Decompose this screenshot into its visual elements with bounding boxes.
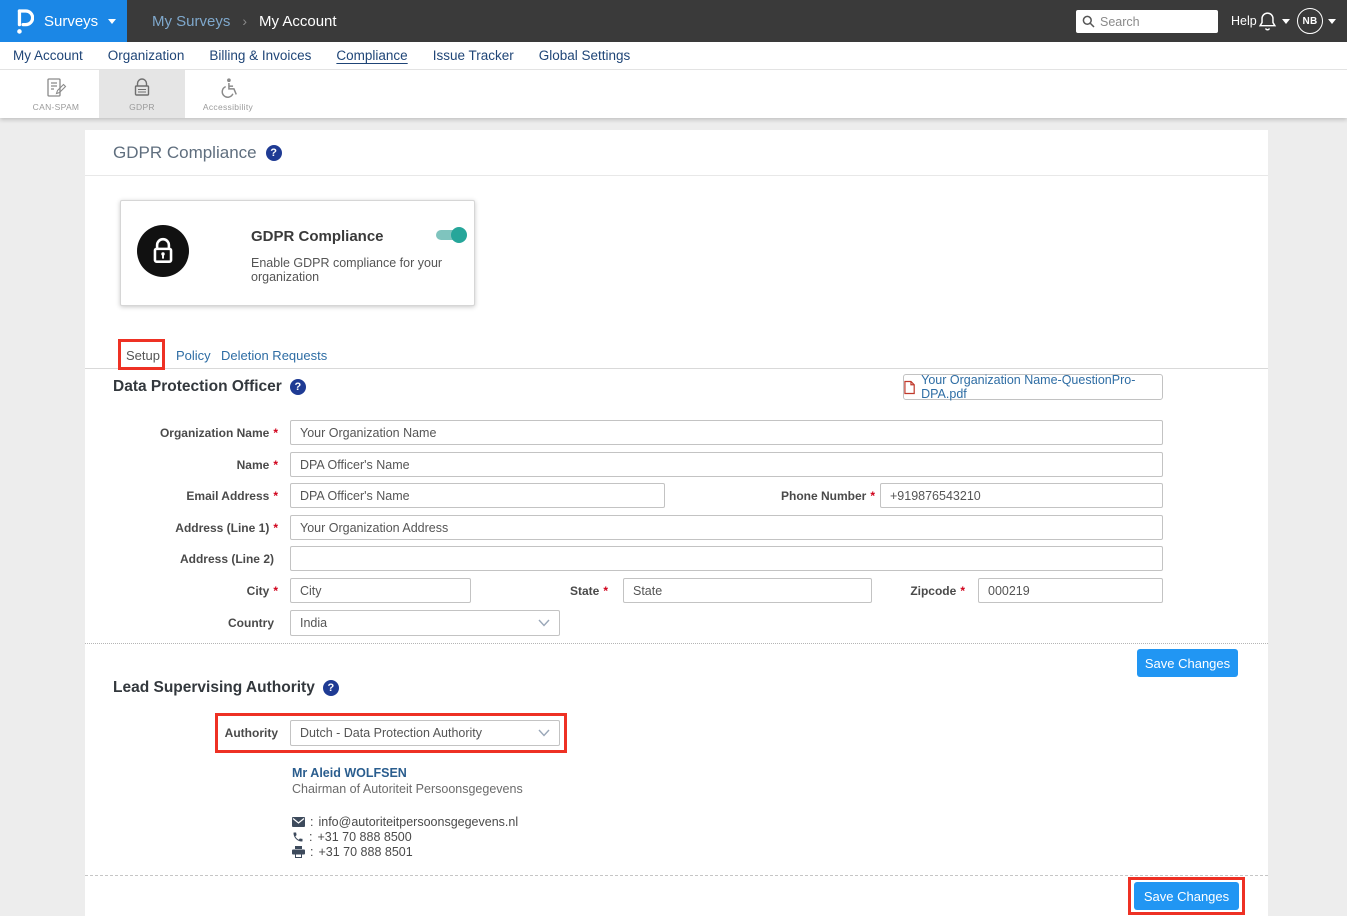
gdpr-compliance-panel: GDPR Compliance ? GDPR Compliance Enable… [85, 130, 1268, 916]
search-icon [1082, 15, 1095, 28]
organization-name-input[interactable] [290, 420, 1163, 445]
lsa-save-button[interactable]: Save Changes [1134, 882, 1239, 910]
zipcode-input[interactable] [978, 578, 1163, 603]
lock-icon [132, 77, 152, 99]
tab-label: GDPR [129, 102, 155, 112]
name-label: Name* [85, 452, 278, 477]
document-edit-icon [45, 77, 67, 99]
section-divider [85, 643, 1268, 644]
address-line1-input[interactable] [290, 515, 1163, 540]
top-bar: Surveys My Surveys › My Account Help NB [0, 0, 1347, 42]
dpo-heading: Data Protection Officer [113, 378, 282, 396]
page-title: GDPR Compliance [113, 143, 257, 163]
lsa-heading: Lead Supervising Authority [113, 679, 315, 697]
city-input[interactable] [290, 578, 471, 603]
zipcode-label: Zipcode* [815, 578, 965, 603]
toggle-knob [451, 227, 467, 243]
caret-down-icon [1282, 19, 1290, 24]
nav-item-billing-invoices[interactable]: Billing & Invoices [209, 48, 311, 63]
country-select[interactable]: India [290, 610, 560, 636]
chevron-down-icon [538, 619, 550, 627]
pdf-icon [904, 380, 915, 395]
dpo-save-button[interactable]: Save Changes [1137, 649, 1238, 677]
notifications-button[interactable] [1258, 0, 1290, 42]
lock-badge [137, 225, 189, 277]
nav-item-global-settings[interactable]: Global Settings [539, 48, 631, 63]
tab-policy[interactable]: Policy [176, 341, 211, 369]
authority-label: Authority [85, 720, 278, 745]
authority-contact-fax: : +31 70 888 8501 [292, 844, 413, 859]
accessibility-icon [217, 77, 239, 99]
gdpr-toggle[interactable] [436, 229, 464, 241]
tab-label: Accessibility [203, 102, 253, 112]
address-line1-label: Address (Line 1)* [85, 515, 278, 540]
help-circle-icon[interactable]: ? [290, 379, 306, 395]
caret-down-icon [1328, 19, 1336, 24]
gdpr-toggle-card: GDPR Compliance Enable GDPR compliance f… [120, 200, 475, 306]
chevron-down-icon [538, 729, 550, 737]
fax-icon [292, 846, 305, 858]
tab-setup[interactable]: Setup [126, 341, 160, 369]
lock-icon [149, 236, 177, 266]
address-line2-label: Address (Line 2) [85, 546, 278, 571]
authority-contact-email: : info@autoriteitpersoonsgegevens.nl [292, 814, 518, 829]
product-switcher[interactable]: Surveys [0, 0, 127, 42]
avatar: NB [1297, 8, 1323, 34]
authority-contact-name: Mr Aleid WOLFSEN [292, 766, 407, 780]
breadcrumb: My Surveys › My Account [152, 0, 337, 42]
caret-down-icon [108, 19, 116, 24]
email-address-input[interactable] [290, 483, 665, 508]
breadcrumb-my-surveys[interactable]: My Surveys [152, 13, 230, 30]
compliance-tabbar: CAN-SPAM GDPR Accessibility [0, 70, 1347, 118]
organization-name-label: Organization Name* [85, 420, 278, 445]
pdf-button-label: Your Organization Name-QuestionPro-DPA.p… [921, 373, 1162, 401]
phone-icon [292, 831, 304, 843]
tab-gdpr[interactable]: GDPR [99, 70, 185, 118]
account-nav: My Account Organization Billing & Invoic… [0, 42, 1347, 70]
phone-number-label: Phone Number* [685, 483, 875, 508]
authority-contact-role: Chairman of Autoriteit Persoonsgegevens [292, 782, 523, 796]
card-subtitle: Enable GDPR compliance for your organiza… [251, 256, 474, 284]
envelope-icon [292, 817, 305, 827]
divider [85, 175, 1268, 176]
dpa-pdf-button[interactable]: Your Organization Name-QuestionPro-DPA.p… [903, 374, 1163, 400]
tab-can-spam[interactable]: CAN-SPAM [13, 70, 99, 118]
help-circle-icon[interactable]: ? [323, 680, 339, 696]
search-input[interactable] [1100, 15, 1210, 29]
setup-tabstrip: Setup Policy Deletion Requests [85, 341, 1268, 369]
help-link[interactable]: Help [1231, 0, 1257, 42]
card-title: GDPR Compliance [251, 228, 384, 245]
authority-select[interactable]: Dutch - Data Protection Authority [290, 720, 560, 746]
tab-deletion-requests[interactable]: Deletion Requests [221, 341, 327, 369]
nav-item-my-account[interactable]: My Account [13, 48, 83, 63]
account-menu[interactable]: NB [1297, 0, 1336, 42]
tab-label: CAN-SPAM [33, 102, 80, 112]
email-address-label: Email Address* [85, 483, 278, 508]
city-label: City* [85, 578, 278, 603]
nav-item-compliance[interactable]: Compliance [336, 48, 407, 63]
country-label: Country [85, 610, 278, 635]
tab-accessibility[interactable]: Accessibility [185, 70, 271, 118]
phone-number-input[interactable] [880, 483, 1163, 508]
nav-item-organization[interactable]: Organization [108, 48, 185, 63]
breadcrumb-separator-icon: › [242, 13, 247, 29]
breadcrumb-my-account: My Account [259, 13, 337, 30]
section-divider [85, 875, 1268, 876]
questionpro-logo-icon [14, 7, 34, 35]
state-label: State* [458, 578, 608, 603]
help-circle-icon[interactable]: ? [266, 145, 282, 161]
nav-item-issue-tracker[interactable]: Issue Tracker [433, 48, 514, 63]
address-line2-input[interactable] [290, 546, 1163, 571]
name-input[interactable] [290, 452, 1163, 477]
authority-contact-phone: : +31 70 888 8500 [292, 829, 412, 844]
product-name: Surveys [44, 13, 98, 30]
global-search[interactable] [1076, 10, 1218, 33]
bell-icon [1258, 11, 1277, 32]
